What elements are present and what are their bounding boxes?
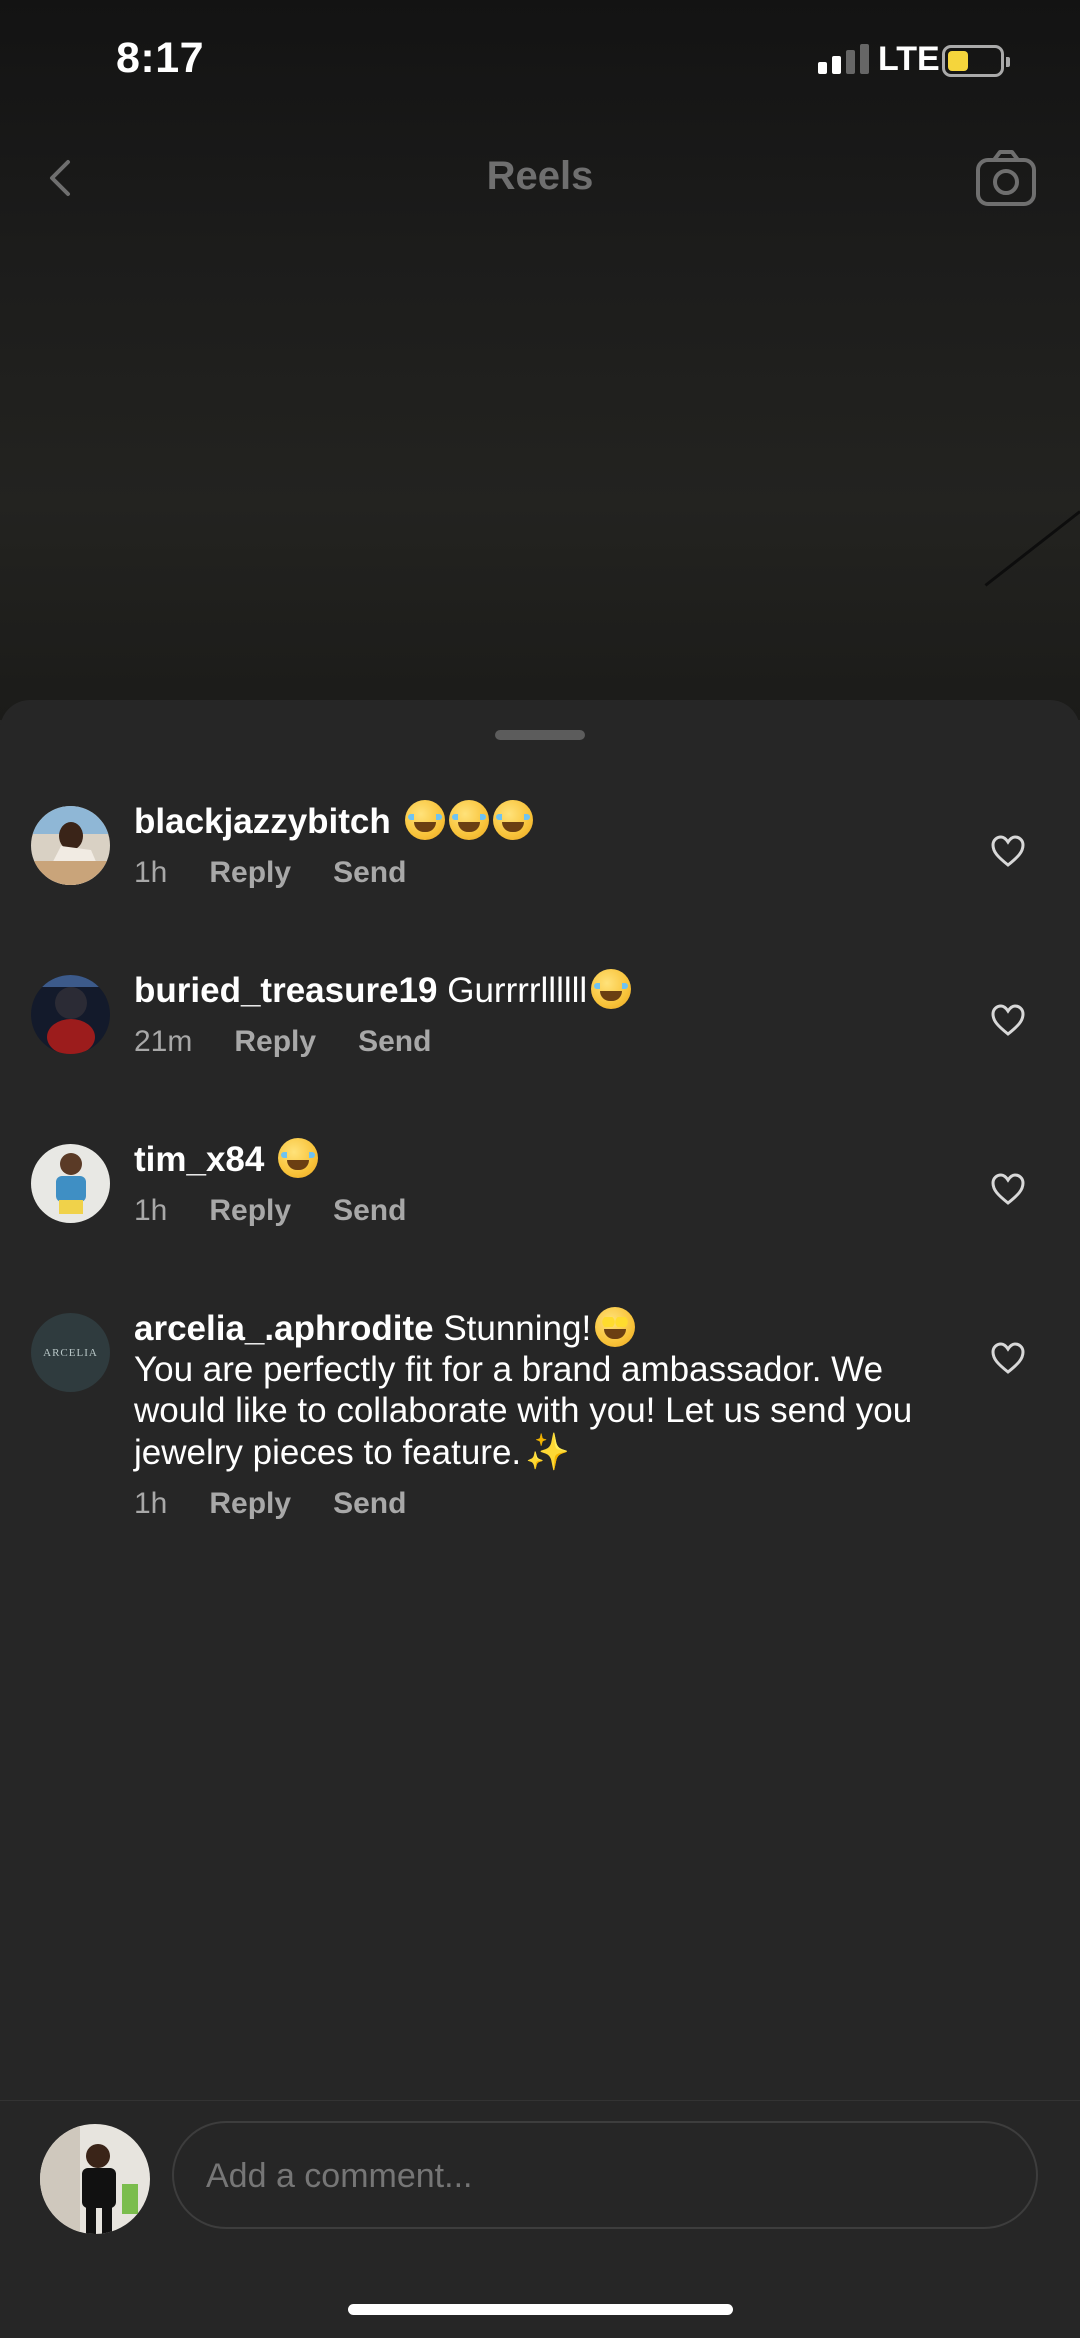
comment-body: arcelia_.aphrodite Stunning! You are per… [134, 1307, 934, 1521]
comment-composer [0, 2100, 1080, 2338]
top-nav: Reels [0, 140, 1080, 220]
like-heart-icon[interactable] [990, 1003, 1026, 1037]
page-title: Reels [486, 154, 594, 198]
reply-button[interactable]: Reply [234, 1025, 316, 1059]
comment-line: blackjazzybitch [134, 800, 934, 842]
like-heart-icon[interactable] [990, 834, 1026, 868]
star-struck-emoji-icon [595, 1307, 636, 1347]
battery-icon [942, 45, 1010, 77]
comment-username[interactable]: tim_x84 [134, 1140, 264, 1179]
sheet-drag-handle[interactable] [495, 730, 585, 740]
comment-text-continued: You are perfectly fit for a brand ambass… [134, 1350, 913, 1472]
signal-strength-icon [818, 44, 869, 74]
comment-body: buried_treasure19 Gurrrrllllll 21m Reply… [134, 969, 934, 1059]
reply-button[interactable]: Reply [209, 856, 291, 890]
reply-button[interactable]: Reply [209, 1487, 291, 1521]
status-bar: 8:17 LTE [0, 0, 1080, 120]
comment-time: 21m [134, 1025, 193, 1058]
tears-of-joy-emoji-icon [492, 800, 533, 840]
comment-body: blackjazzybitch 1h Reply Send [134, 800, 934, 890]
status-time: 8:17 [116, 34, 205, 82]
comment-meta: 1h Reply Send [134, 1487, 934, 1521]
camera-icon[interactable] [974, 146, 1038, 210]
tears-of-joy-emoji-icon [448, 800, 489, 840]
send-button[interactable]: Send [358, 1025, 431, 1059]
comment-line: tim_x84 [134, 1138, 934, 1180]
like-heart-icon[interactable] [990, 1172, 1026, 1206]
comment-line: arcelia_.aphrodite Stunning! [134, 1307, 934, 1349]
comment-username[interactable]: buried_treasure19 [134, 971, 437, 1010]
tears-of-joy-emoji-icon [404, 800, 445, 840]
reply-button[interactable]: Reply [209, 1194, 291, 1228]
tears-of-joy-emoji-icon [591, 969, 632, 1009]
comment-line: You are perfectly fit for a brand ambass… [134, 1349, 934, 1473]
comment-body: tim_x84 1h Reply Send [134, 1138, 934, 1228]
comment-time: 1h [134, 1487, 168, 1520]
send-button[interactable]: Send [333, 1487, 406, 1521]
comment-meta: 1h Reply Send [134, 856, 934, 890]
video-detail [984, 510, 1080, 587]
comment-text: Stunning! [443, 1309, 592, 1348]
comment-input-container[interactable] [172, 2121, 1038, 2229]
network-label: LTE [878, 40, 940, 78]
avatar[interactable] [31, 806, 110, 885]
tears-of-joy-emoji-icon [278, 1138, 319, 1178]
avatar[interactable] [31, 975, 110, 1054]
avatar[interactable] [31, 1144, 110, 1223]
comment-time: 1h [134, 1194, 168, 1227]
comment-time: 1h [134, 856, 168, 889]
send-button[interactable]: Send [333, 856, 406, 890]
comment-meta: 1h Reply Send [134, 1194, 934, 1228]
comment-username[interactable]: arcelia_.aphrodite [134, 1309, 434, 1348]
avatar[interactable]: ARCELIA [31, 1313, 110, 1392]
sparkles-emoji-icon: ✨ [525, 1431, 570, 1472]
home-indicator[interactable] [348, 2304, 733, 2315]
comment-text: Gurrrrllllll [447, 971, 588, 1010]
send-button[interactable]: Send [333, 1194, 406, 1228]
current-user-avatar[interactable] [40, 2124, 150, 2234]
avatar-logo-text: ARCELIA [43, 1346, 98, 1359]
comment-line: buried_treasure19 Gurrrrllllll [134, 969, 934, 1011]
comment-username[interactable]: blackjazzybitch [134, 802, 391, 841]
comment-meta: 21m Reply Send [134, 1025, 934, 1059]
comment-input[interactable] [204, 2123, 988, 2229]
comments-sheet: blackjazzybitch 1h Reply Send buried_tre… [0, 700, 1080, 2337]
like-heart-icon[interactable] [990, 1341, 1026, 1375]
